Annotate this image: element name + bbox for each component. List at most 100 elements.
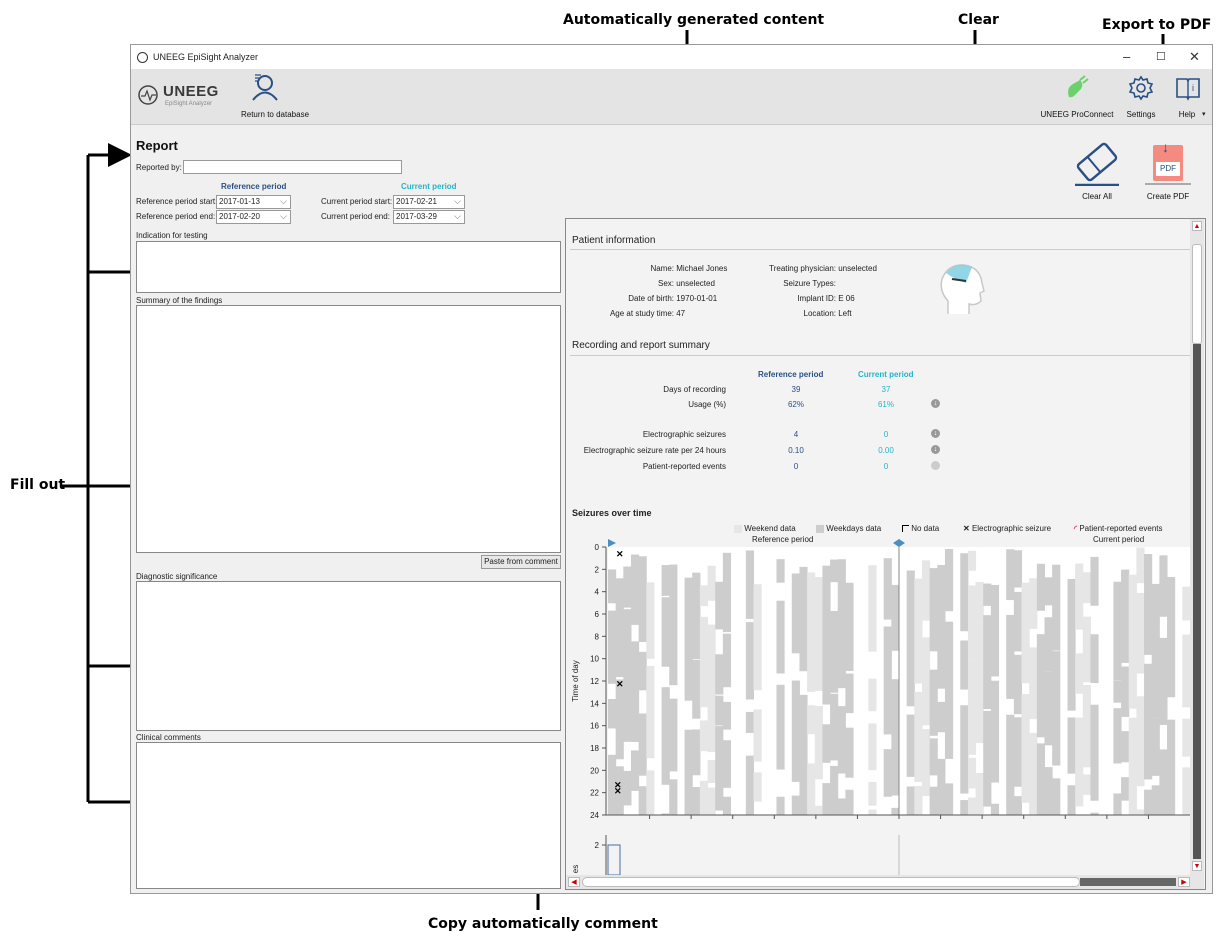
legend-weekend-label: Weekend data: [744, 524, 796, 533]
summary-row-cur: 61%: [877, 400, 894, 409]
day-column-block: [883, 749, 892, 797]
day-column-block: [1136, 547, 1145, 584]
horizontal-scrollbar[interactable]: ◀ ▶: [566, 875, 1204, 889]
seizures-over-time-chart: 024681012141618202224Time of day✕✕✕✕2es: [571, 539, 1191, 879]
return-to-database-button[interactable]: Return to database: [235, 73, 309, 119]
h-scroll-thumb[interactable]: [582, 877, 1080, 887]
day-column-block: [906, 570, 915, 707]
vertical-scrollbar[interactable]: ▲ ▼: [1190, 219, 1204, 875]
y-axis-label: Time of day: [571, 660, 580, 702]
settings-label: Settings: [1126, 110, 1156, 119]
day-column-block: [623, 566, 632, 608]
day-column-block: [929, 738, 938, 776]
day-column-block: [684, 729, 693, 815]
day-column-block: [615, 578, 624, 678]
day-column-block: [914, 786, 923, 815]
help-button[interactable]: i Help ▾: [1167, 73, 1207, 121]
reported-by-field[interactable]: [183, 160, 402, 174]
day-column-block: [830, 765, 839, 815]
patient-age-row: Age at study time: 47: [572, 309, 685, 318]
day-column-block: [891, 807, 900, 815]
summary-findings-textarea[interactable]: [136, 305, 561, 553]
section-divider: [570, 355, 1190, 356]
close-button[interactable]: ✕: [1189, 49, 1200, 65]
day-column-block: [1075, 563, 1084, 630]
day-column-block: [1013, 550, 1023, 588]
day-column-block: [975, 772, 984, 815]
day-column-block: [1121, 777, 1130, 801]
cur-start-label: Current period start:: [321, 197, 393, 206]
gear-icon: [1128, 75, 1154, 101]
day-column-block: [638, 651, 647, 691]
summary-row: Electrographic seizures 4 0 ↓: [566, 429, 986, 439]
minimize-button[interactable]: –: [1123, 49, 1130, 64]
weekdays-swatch: [816, 524, 824, 533]
day-column-block: [1144, 663, 1153, 780]
create-pdf-button[interactable]: PDF ↓ Create PDF: [1141, 139, 1195, 202]
day-column-block: [630, 750, 640, 791]
help-chevron-icon[interactable]: ▾: [1202, 110, 1206, 118]
implant-value: E 06: [838, 294, 855, 303]
scroll-right-arrow-icon[interactable]: ▶: [1178, 877, 1190, 887]
trend-down-icon: ↓: [931, 399, 940, 408]
ref-period-header: Reference period: [221, 182, 287, 191]
day-column-block: [745, 711, 754, 733]
day-column-block: [669, 564, 678, 686]
legend-no-data-label: No data: [911, 524, 940, 533]
day-column-block: [967, 797, 977, 815]
ref-end-select[interactable]: 2017-02-20: [216, 210, 291, 224]
settings-button[interactable]: Settings: [1121, 73, 1161, 121]
day-column-block: [822, 724, 831, 763]
clear-all-label: Clear All: [1082, 192, 1112, 201]
indication-textarea[interactable]: [136, 241, 561, 293]
head-implant-icon: [940, 264, 985, 314]
scroll-thumb[interactable]: [1192, 244, 1202, 344]
legend-electro: ✕ Electrographic seizure: [963, 524, 1051, 533]
maximize-button[interactable]: ☐: [1156, 50, 1166, 63]
scroll-left-arrow-icon[interactable]: ◀: [568, 877, 580, 887]
day-column-block: [722, 701, 732, 730]
y-tick-label: 16: [590, 722, 599, 731]
y-tick-label: 0: [595, 543, 600, 552]
cur-start-select[interactable]: 2017-02-21: [393, 195, 465, 209]
y-tick-label: 12: [590, 677, 599, 686]
day-column-block: [967, 585, 977, 661]
day-column-block: [669, 698, 678, 772]
day-column-block: [692, 729, 701, 776]
day-column-block: [868, 809, 877, 815]
return-to-database-label: Return to database: [240, 110, 310, 119]
day-column-block: [1006, 714, 1015, 815]
y-tick-label: 10: [590, 655, 599, 664]
day-column-block: [891, 679, 900, 796]
day-column-block: [1021, 582, 1030, 684]
day-column-block: [1159, 637, 1168, 725]
summary-row: Days of recording 39 37: [566, 385, 986, 394]
day-column-block: [807, 763, 816, 815]
day-column-block: [1044, 577, 1053, 606]
day-column-block: [929, 786, 938, 815]
clear-all-button[interactable]: Clear All: [1071, 140, 1123, 202]
ref-start-select[interactable]: 2017-01-13: [216, 195, 291, 209]
day-column-block: [944, 783, 954, 815]
day-column-block: [661, 597, 670, 667]
h-scroll-track-dark: [1080, 878, 1176, 886]
legend-patient-label: Patient-reported events: [1079, 524, 1163, 533]
day-column-block: [845, 673, 854, 714]
y-tick-label: 14: [590, 699, 599, 708]
scroll-down-arrow-icon[interactable]: ▼: [1192, 861, 1202, 871]
window-title: UNEEG EpiSight Analyzer: [153, 52, 259, 62]
diagnostic-textarea[interactable]: [136, 581, 561, 731]
physician-row: Treating physician: unselected: [734, 264, 877, 273]
scroll-up-arrow-icon[interactable]: ▲: [1192, 221, 1202, 231]
clinical-comments-textarea[interactable]: [136, 742, 561, 889]
scroll-track-dark: [1193, 344, 1201, 859]
summary-row-ref: 4: [793, 430, 799, 439]
seizure-marker: ✕: [616, 679, 624, 689]
day-column-block: [1128, 717, 1137, 815]
day-column-block: [630, 554, 640, 625]
cur-end-select[interactable]: 2017-03-29: [393, 210, 465, 224]
y-tick-label: 20: [590, 766, 599, 775]
proconnect-button[interactable]: UNEEG ProConnect: [1035, 73, 1119, 121]
paste-from-comment-button[interactable]: Paste from comment: [481, 555, 561, 569]
day-column-block: [1013, 591, 1023, 652]
